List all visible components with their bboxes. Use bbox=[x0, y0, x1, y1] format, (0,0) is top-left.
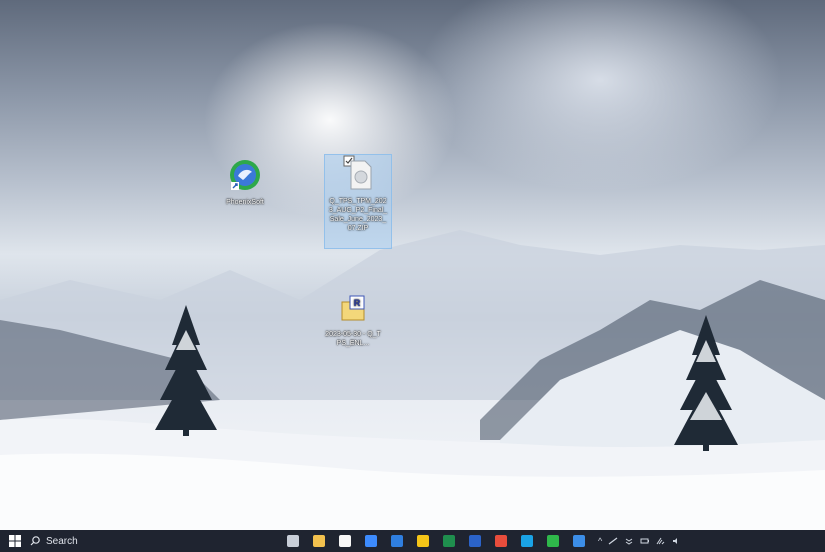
taskbar-app-word[interactable] bbox=[462, 530, 488, 552]
start-button[interactable] bbox=[0, 530, 30, 552]
sticky-icon bbox=[417, 535, 429, 547]
chrome-icon bbox=[495, 535, 507, 547]
taskbar-app-task-view[interactable] bbox=[280, 530, 306, 552]
taskbar: Search ^ bbox=[0, 530, 825, 552]
taskbar-app-chrome[interactable] bbox=[488, 530, 514, 552]
mail-icon bbox=[391, 535, 403, 547]
taskbar-app-dropbox[interactable] bbox=[358, 530, 384, 552]
taskbar-app-skype[interactable] bbox=[514, 530, 540, 552]
desktop-icon-label: PhoenixSoft bbox=[226, 199, 264, 206]
task-view-icon bbox=[287, 535, 299, 547]
file-explorer-icon bbox=[313, 535, 325, 547]
taskbar-app-mail[interactable] bbox=[384, 530, 410, 552]
desktop-wallpaper: PhoenixSoft Q_TPS_TPM_2023_AUG_P2_Final_… bbox=[0, 0, 825, 530]
search-icon bbox=[30, 536, 40, 546]
taskbar-app-list bbox=[280, 530, 592, 552]
tray-chevron-icon[interactable]: ^ bbox=[598, 536, 602, 546]
excel-icon bbox=[443, 535, 455, 547]
taskbar-search[interactable]: Search bbox=[30, 530, 180, 552]
r-document-icon: R bbox=[341, 295, 365, 321]
skype-icon bbox=[521, 535, 533, 547]
zip-file-icon bbox=[343, 155, 372, 190]
wechat-icon bbox=[547, 535, 559, 547]
windows-logo-icon bbox=[9, 535, 21, 547]
mountain-landscape bbox=[0, 230, 825, 530]
desktop-icon-label: 2023-05-30 - Q_TPS_ENL... bbox=[325, 331, 381, 347]
taskbar-app-wechat[interactable] bbox=[540, 530, 566, 552]
search-placeholder: Search bbox=[46, 535, 78, 547]
word-icon bbox=[469, 535, 481, 547]
help-icon bbox=[573, 535, 585, 547]
volume-icon[interactable] bbox=[672, 537, 680, 545]
globe-app-icon bbox=[230, 160, 260, 190]
taskbar-app-file-explorer[interactable] bbox=[306, 530, 332, 552]
store-icon bbox=[339, 535, 351, 547]
taskbar-app-help[interactable] bbox=[566, 530, 592, 552]
desktop-icon-label: Q_TPS_TPM_2023_AUG_P2_Final_Sale_June_20… bbox=[328, 198, 388, 232]
desktop-file-zip[interactable]: Q_TPS_TPM_2023_AUG_P2_Final_Sale_June_20… bbox=[324, 154, 392, 249]
desktop-file-r-document[interactable]: R 2023-05-30 - Q_TPS_ENL... bbox=[320, 294, 386, 348]
battery-icon[interactable] bbox=[640, 537, 650, 545]
dropbox-icon bbox=[365, 535, 377, 547]
dropbox-tray-icon[interactable] bbox=[624, 537, 634, 545]
desktop-shortcut-phoenixsoft[interactable]: PhoenixSoft bbox=[212, 158, 278, 207]
taskbar-app-store[interactable] bbox=[332, 530, 358, 552]
system-tray: ^ bbox=[598, 536, 680, 546]
taskbar-app-sticky[interactable] bbox=[410, 530, 436, 552]
wifi-icon[interactable] bbox=[656, 537, 666, 545]
svg-text:R: R bbox=[354, 298, 361, 308]
network-icon[interactable] bbox=[608, 537, 618, 545]
taskbar-app-excel[interactable] bbox=[436, 530, 462, 552]
